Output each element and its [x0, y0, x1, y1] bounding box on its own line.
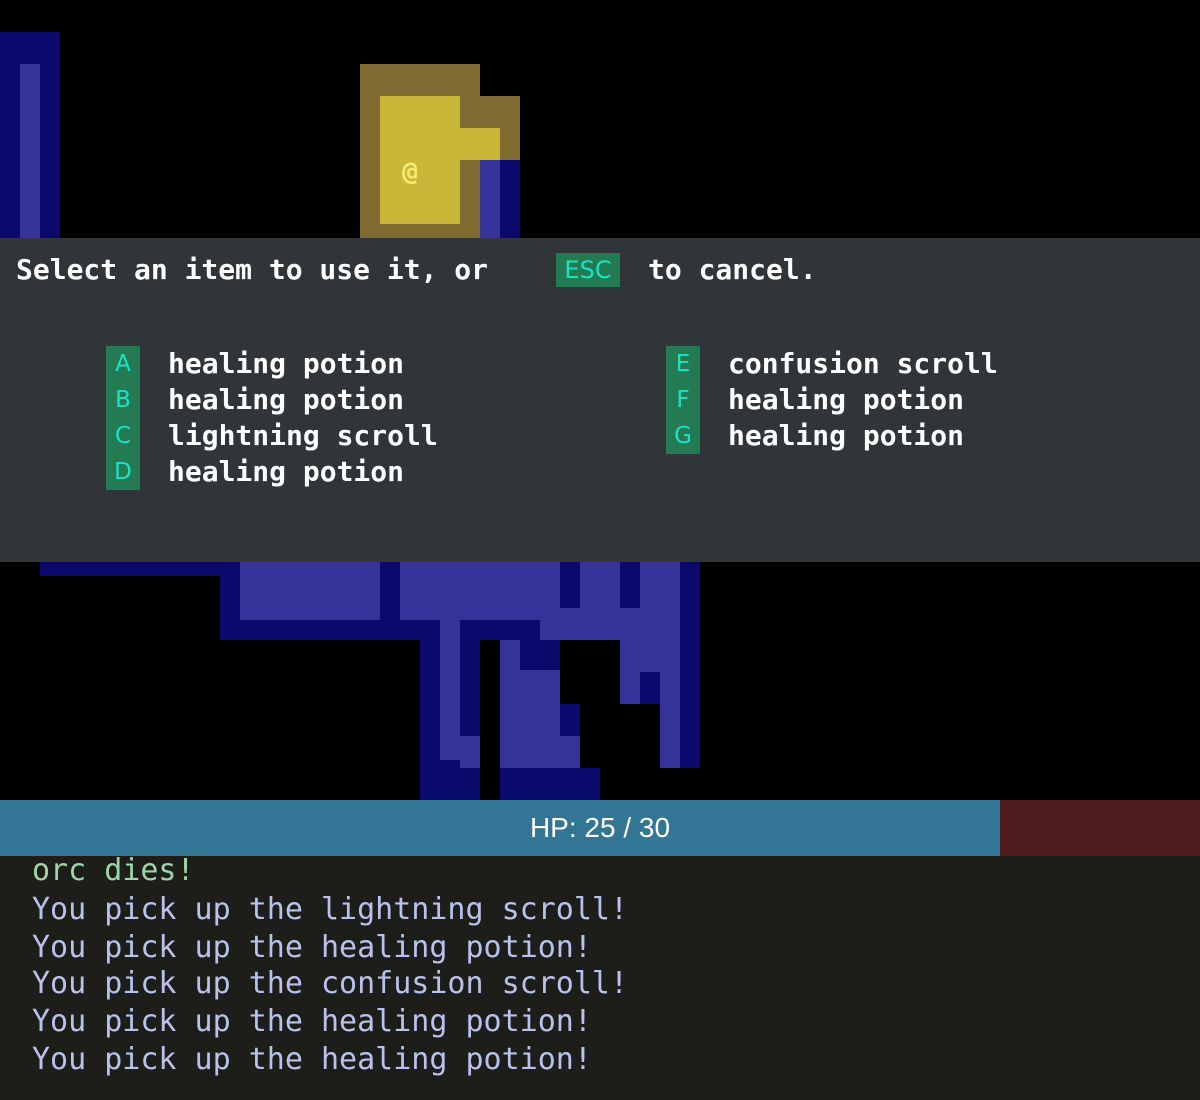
- inventory-item[interactable]: E confusion scroll: [666, 346, 1086, 382]
- map-tile-floor: [20, 64, 40, 238]
- inventory-prompt-tail: to cancel.: [648, 253, 817, 286]
- item-key-badge[interactable]: G: [666, 418, 700, 454]
- map-tile-floor: [440, 608, 460, 760]
- map-tile-floor: [620, 640, 640, 704]
- hp-bar: HP: 25 / 30: [0, 800, 1200, 856]
- map-tile-void: [480, 640, 500, 800]
- map-tile-floor: [480, 160, 500, 238]
- log-message: You pick up the healing potion!: [32, 930, 592, 965]
- log-message: You pick up the healing potion!: [32, 1004, 592, 1039]
- item-key-badge[interactable]: F: [666, 382, 700, 418]
- map-tile-floor: [400, 562, 560, 620]
- item-name[interactable]: healing potion: [168, 346, 404, 382]
- item-name[interactable]: healing potion: [728, 382, 964, 418]
- map-tile-void: [580, 704, 660, 768]
- map-tile-lit-floor: [460, 128, 500, 160]
- player-glyph: @: [402, 157, 418, 187]
- inventory-prompt: Select an item to use it, or: [16, 253, 489, 286]
- inventory-item[interactable]: C lightning scroll: [106, 418, 526, 454]
- item-name[interactable]: healing potion: [168, 382, 404, 418]
- map-tile-floor: [500, 640, 520, 768]
- map-tile-void: [600, 768, 700, 800]
- inventory-item[interactable]: G healing potion: [666, 418, 1086, 454]
- map-tile-wall: [40, 562, 220, 576]
- item-name[interactable]: healing potion: [168, 454, 404, 490]
- log-message: You pick up the lightning scroll!: [32, 892, 629, 927]
- item-key-badge[interactable]: D: [106, 454, 140, 490]
- map-tile-void: [560, 640, 620, 704]
- map-tile-floor: [520, 670, 560, 768]
- item-key-badge[interactable]: E: [666, 346, 700, 382]
- map-tile-floor: [240, 562, 380, 620]
- item-key-badge[interactable]: B: [106, 382, 140, 418]
- inventory-item[interactable]: D healing potion: [106, 454, 526, 490]
- escape-key-badge[interactable]: ESC: [556, 253, 620, 287]
- item-key-badge[interactable]: C: [106, 418, 140, 454]
- item-name[interactable]: confusion scroll: [728, 346, 998, 382]
- hp-label: HP: 25 / 30: [529, 812, 671, 843]
- map-tile-wall: [680, 562, 700, 768]
- map-tile-floor: [560, 736, 580, 768]
- map-tile-floor: [540, 608, 600, 640]
- inventory-item[interactable]: A healing potion: [106, 346, 526, 382]
- item-name[interactable]: lightning scroll: [168, 418, 438, 454]
- log-message: You pick up the healing potion!: [32, 1042, 592, 1077]
- log-message: You pick up the confusion scroll!: [32, 966, 629, 1001]
- item-key-badge[interactable]: A: [106, 346, 140, 382]
- message-log: orc dies! You pick up the lightning scro…: [0, 853, 1200, 1100]
- item-name[interactable]: healing potion: [728, 418, 964, 454]
- log-message: orc dies!: [32, 853, 195, 888]
- inventory-item[interactable]: F healing potion: [666, 382, 1086, 418]
- inventory-item[interactable]: B healing potion: [106, 382, 526, 418]
